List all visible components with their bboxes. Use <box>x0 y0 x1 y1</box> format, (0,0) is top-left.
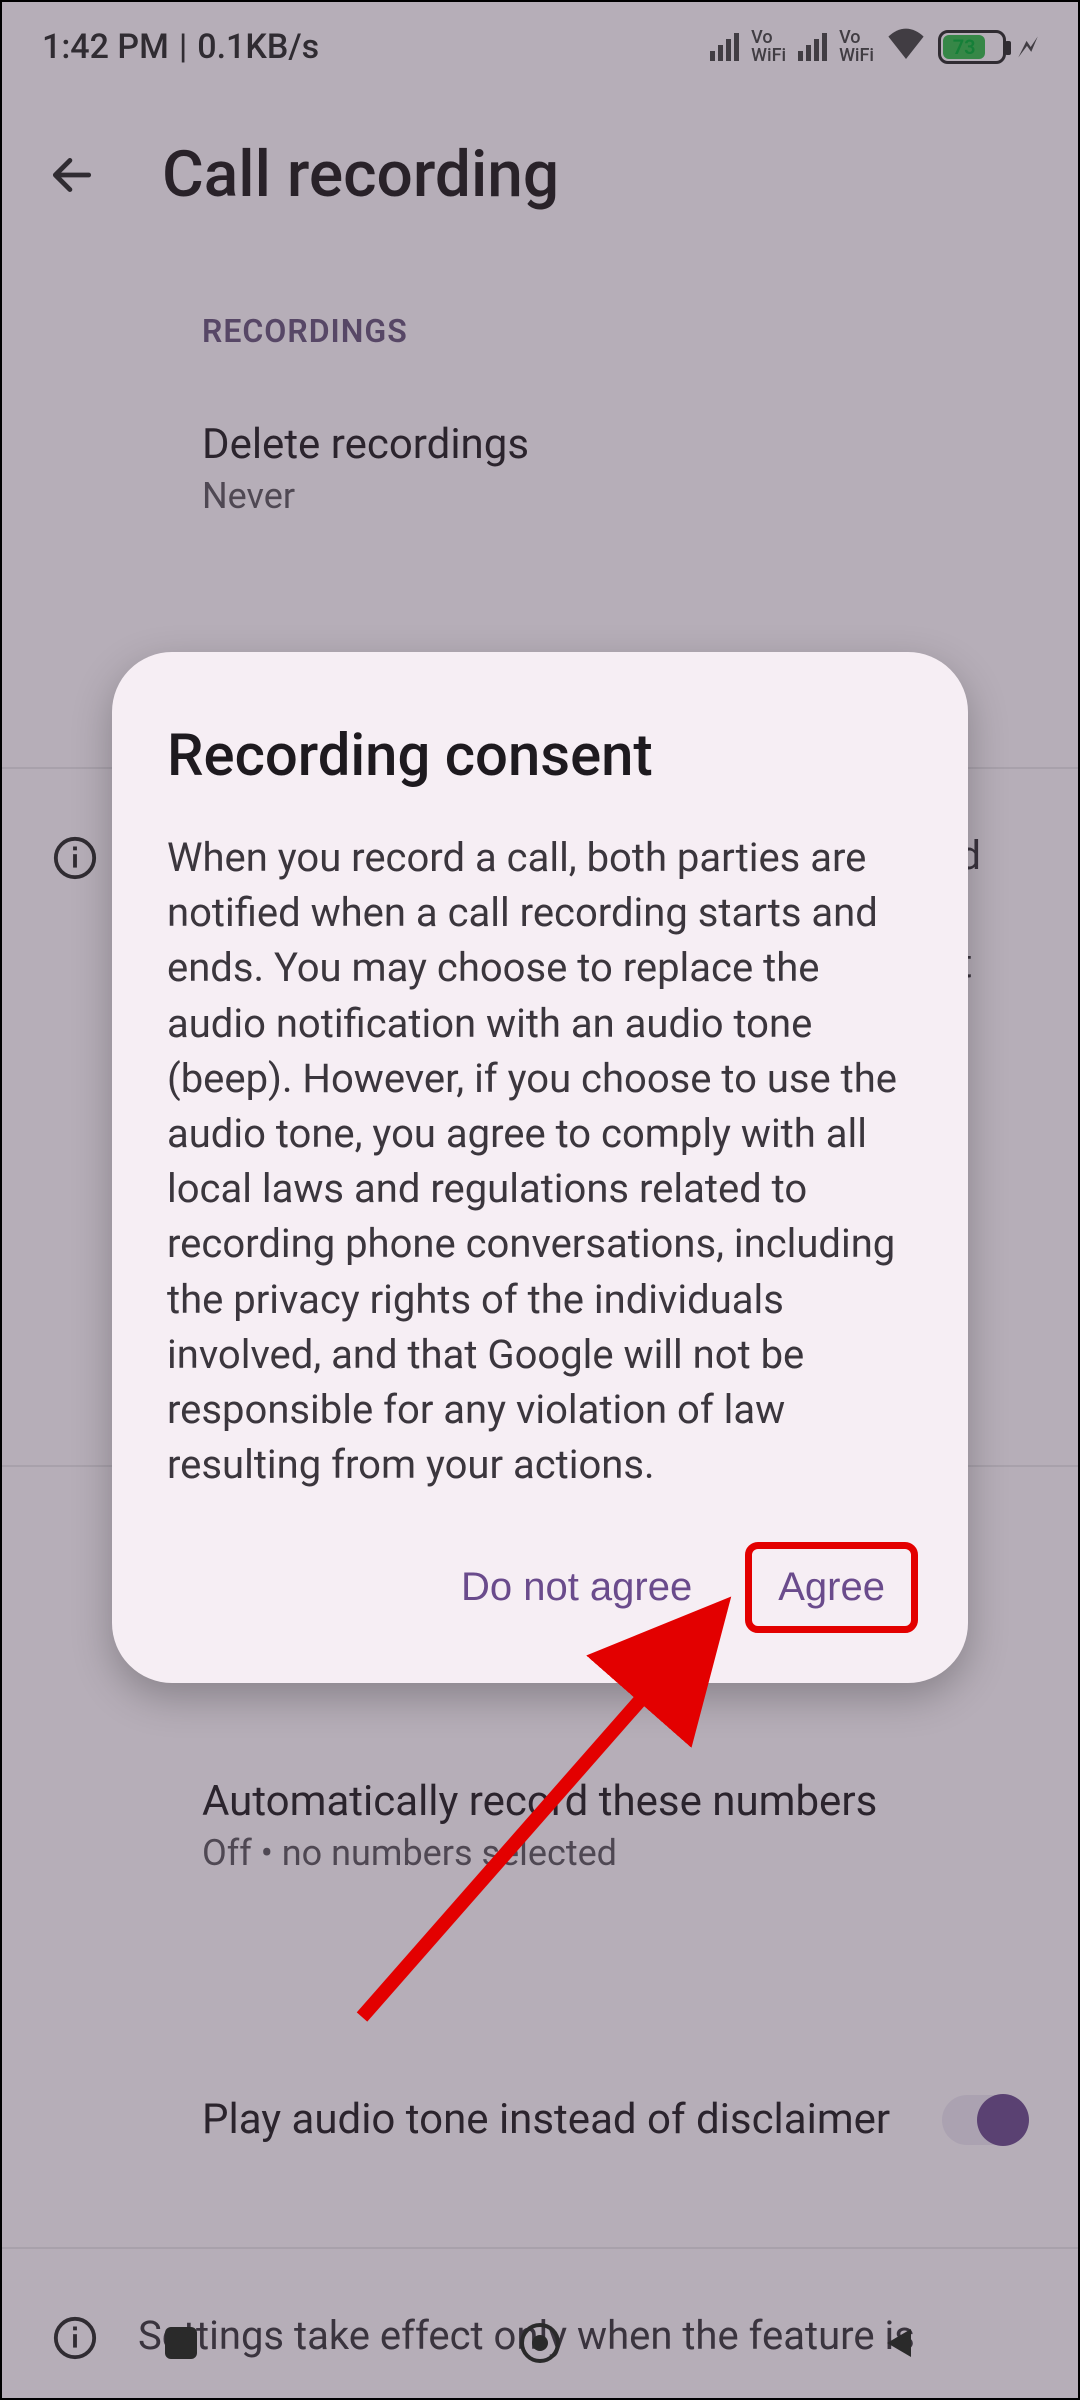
dialog-body: When you record a call, both parties are… <box>167 830 913 1492</box>
do-not-agree-button[interactable]: Do not agree <box>433 1547 720 1628</box>
system-nav-bar <box>2 2288 1078 2398</box>
recording-consent-dialog: Recording consent When you record a call… <box>112 652 968 1683</box>
nav-home-button[interactable] <box>505 2308 575 2378</box>
dialog-actions: Do not agree Agree <box>167 1547 913 1628</box>
nav-back-button[interactable] <box>864 2308 934 2378</box>
nav-recents-button[interactable] <box>146 2308 216 2378</box>
agree-button[interactable]: Agree <box>750 1547 913 1628</box>
dialog-title: Recording consent <box>167 722 913 790</box>
